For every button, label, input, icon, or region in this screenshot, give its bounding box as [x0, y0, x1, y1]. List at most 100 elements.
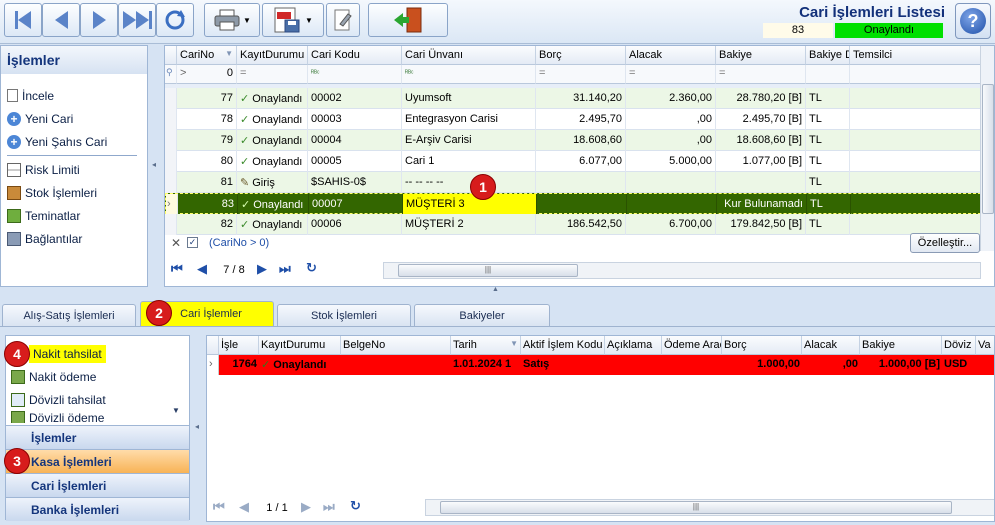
- first-page-icon[interactable]: ⏮: [171, 261, 183, 277]
- row-indicator[interactable]: [165, 109, 177, 130]
- refresh-button[interactable]: [156, 3, 194, 37]
- next-page-icon[interactable]: ▶: [301, 499, 311, 515]
- tab-stok-islemleri[interactable]: Stok İşlemleri: [277, 304, 411, 326]
- column-header[interactable]: Tarih ▼: [451, 336, 521, 355]
- chevron-down-icon[interactable]: ▼: [243, 16, 251, 25]
- column-header[interactable]: Alacak: [626, 46, 716, 65]
- view-item[interactable]: İncele: [1, 84, 147, 107]
- table-row[interactable]: 78 ✓ Onaylandı 00003 Entegrasyon Carisi 2.495…: [165, 109, 994, 130]
- table-row[interactable]: 82 ✓ Onaylandı 00006 MÜŞTERİ 2 186.542,50 6.70…: [165, 214, 994, 235]
- last-page-icon[interactable]: ⏭: [279, 261, 291, 277]
- sort-icon[interactable]: ▼: [510, 339, 518, 348]
- column-header[interactable]: Bakiye: [716, 46, 806, 65]
- first-record-button[interactable]: [4, 3, 42, 37]
- column-header[interactable]: BelgeNo: [341, 336, 451, 355]
- dovizli-tahsilat-item[interactable]: Dövizli tahsilat: [6, 388, 189, 411]
- filter-cell[interactable]: >0: [177, 65, 237, 84]
- column-header[interactable]: Aktif İşlem Kodu: [521, 336, 605, 355]
- column-header[interactable]: İşle: [219, 336, 259, 355]
- previous-page-icon[interactable]: ◀: [239, 499, 249, 515]
- table-row[interactable]: 80 ✓ Onaylandı 00005 Cari 1 6.077,00 5.000,00 1…: [165, 151, 994, 172]
- first-page-icon[interactable]: ⏮: [213, 499, 225, 515]
- chevron-down-icon[interactable]: ▼: [305, 16, 313, 25]
- column-header[interactable]: Döviz: [942, 336, 976, 355]
- refresh-icon[interactable]: ↻: [350, 498, 361, 514]
- previous-page-icon[interactable]: ◀: [197, 261, 207, 277]
- connections-item[interactable]: Bağlantılar: [1, 227, 147, 250]
- guarantees-item[interactable]: Teminatlar: [1, 204, 147, 227]
- filter-checkbox[interactable]: ✓: [187, 237, 198, 248]
- nakit-odeme-item[interactable]: Nakit ödeme: [6, 365, 189, 388]
- last-record-button[interactable]: [118, 3, 156, 37]
- collapse-arrow-icon[interactable]: ▲: [492, 286, 499, 293]
- column-header[interactable]: KayıtDurumu: [237, 46, 308, 65]
- nakit-tahsilat-item[interactable]: Nakit tahsilat: [6, 342, 189, 365]
- column-header[interactable]: Alacak: [802, 336, 860, 355]
- row-indicator[interactable]: ›: [166, 194, 178, 215]
- help-button[interactable]: ?: [955, 3, 991, 39]
- row-indicator[interactable]: [165, 172, 177, 193]
- new-account-item[interactable]: + Yeni Cari: [1, 107, 147, 130]
- filter-cell[interactable]: [806, 65, 850, 84]
- dovizli-odeme-item[interactable]: Dövizli ödeme: [6, 411, 189, 423]
- column-header[interactable]: Temsilci: [850, 46, 994, 65]
- row-indicator[interactable]: [165, 151, 177, 172]
- nav-banka-islemleri[interactable]: Banka İşlemleri: [6, 497, 189, 521]
- scroll-thumb[interactable]: |||: [398, 264, 578, 277]
- column-header[interactable]: Bakiye: [860, 336, 942, 355]
- column-header[interactable]: Cari Ünvanı: [402, 46, 536, 65]
- row-indicator[interactable]: [165, 130, 177, 151]
- risk-limit-item[interactable]: Risk Limiti: [1, 158, 147, 181]
- column-header[interactable]: CariNo ▼: [177, 46, 237, 65]
- export-button[interactable]: ▼: [262, 3, 324, 37]
- column-header[interactable]: Va: [976, 336, 994, 355]
- filter-icon[interactable]: ▼: [225, 49, 233, 58]
- text-filter-icon[interactable]: ᴿᴮᶜ: [308, 65, 402, 84]
- scroll-down-icon[interactable]: ▼: [172, 406, 180, 415]
- table-row[interactable]: › 83 ✓ Onaylandı 00007 MÜŞTERİ 3 Kur Bulunamad…: [165, 193, 994, 215]
- collapse-arrow-icon[interactable]: ◂: [195, 422, 199, 431]
- filter-cell[interactable]: [850, 65, 994, 84]
- scroll-thumb[interactable]: [982, 84, 994, 214]
- column-header[interactable]: Ödeme Aracı: [662, 336, 722, 355]
- filter-cell[interactable]: =: [237, 65, 308, 84]
- clear-filter-icon[interactable]: ✕: [171, 236, 181, 250]
- print-button[interactable]: ▼: [204, 3, 260, 37]
- column-header[interactable]: Cari Kodu: [308, 46, 402, 65]
- next-page-icon[interactable]: ▶: [257, 261, 267, 277]
- tab-bakiyeler[interactable]: Bakiyeler: [414, 304, 550, 326]
- text-filter-icon[interactable]: ᴿᴮᶜ: [402, 65, 536, 84]
- scroll-thumb[interactable]: |||: [440, 501, 952, 514]
- column-header[interactable]: Borç: [722, 336, 802, 355]
- table-row[interactable]: › 1764 ✓ Onaylandı 1.01.2024 1 Satış 1.0…: [207, 355, 994, 375]
- filter-cell[interactable]: =: [716, 65, 806, 84]
- stock-operations-item[interactable]: Stok İşlemleri: [1, 181, 147, 204]
- nav-kasa-islemleri[interactable]: Kasa İşlemleri: [6, 449, 189, 473]
- next-record-button[interactable]: [80, 3, 118, 37]
- filter-cell[interactable]: =: [536, 65, 626, 84]
- table-row[interactable]: 77 ✓ Onaylandı 00002 Uyumsoft 31.140,20 2.360,…: [165, 88, 994, 109]
- column-header[interactable]: KayıtDurumu: [259, 336, 341, 355]
- collapse-arrow-icon[interactable]: ◂: [152, 160, 156, 169]
- last-page-icon[interactable]: ⏭: [323, 499, 335, 515]
- horizontal-scrollbar[interactable]: |||: [383, 262, 981, 279]
- refresh-icon[interactable]: ↻: [306, 260, 317, 276]
- tab-alis-satis[interactable]: Alış-Satış İşlemleri: [2, 304, 136, 326]
- row-indicator[interactable]: [165, 88, 177, 109]
- table-row[interactable]: 81 ✎ Giriş $SAHIS-0$ -- -- -- -- TL: [165, 172, 994, 193]
- column-header[interactable]: Borç: [536, 46, 626, 65]
- nav-cari-islemleri[interactable]: Cari İşlemleri: [6, 473, 189, 497]
- customize-button[interactable]: Özelleştir...: [910, 233, 980, 253]
- horizontal-scrollbar[interactable]: |||: [425, 499, 994, 516]
- table-row[interactable]: 79 ✓ Onaylandı 00004 E-Arşiv Carisi 18.608,60…: [165, 130, 994, 151]
- column-header[interactable]: Açıklama: [605, 336, 662, 355]
- exit-button[interactable]: [368, 3, 448, 37]
- nav-islemler[interactable]: İşlemler: [6, 425, 189, 449]
- new-person-account-item[interactable]: + Yeni Şahıs Cari: [1, 130, 147, 153]
- row-indicator[interactable]: [165, 214, 177, 235]
- previous-record-button[interactable]: [42, 3, 80, 37]
- column-header[interactable]: Bakiye D: [806, 46, 850, 65]
- vertical-scrollbar[interactable]: [980, 46, 994, 251]
- settings-button[interactable]: [326, 3, 360, 37]
- filter-cell[interactable]: =: [626, 65, 716, 84]
